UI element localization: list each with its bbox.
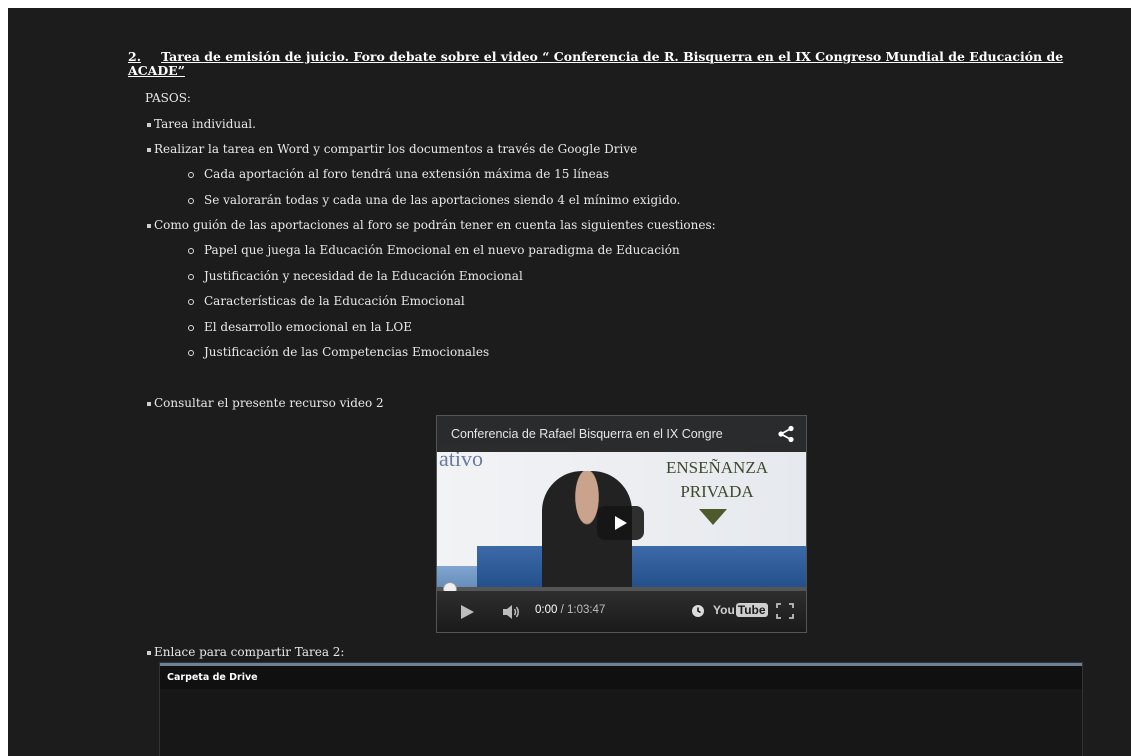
square-bullet-icon [147,147,151,152]
play-icon[interactable] [461,605,474,619]
sub-list-item: Justificación de las Competencias Emocio… [188,345,489,359]
square-bullet-icon [147,650,151,655]
drive-header: Carpeta de Drive [160,666,1082,689]
list-item: Enlace para compartir Tarea 2: [147,645,344,659]
section-number: 2. [128,49,142,64]
list-item-text: Realizar la tarea en Word y compartir lo… [154,142,638,156]
section-title-text: Tarea de emisión de juicio. Foro debate … [128,49,1064,78]
circle-bullet-icon [188,197,194,204]
sub-list-item-text: Justificación y necesidad de la Educació… [204,269,523,283]
share-icon[interactable] [777,425,795,443]
sub-list-item-text: Se valorarán todas y cada una de las apo… [204,193,681,207]
backdrop-sign: ENSEÑANZA PRIVADA [652,456,782,504]
video-player[interactable]: ativo ENSEÑANZA PRIVADA Conferencia de R… [436,415,807,633]
video-title-bar: Conferencia de Rafael Bisquerra en el IX… [437,416,806,452]
section-title: 2. Tarea de emisión de juicio. Foro debat… [128,50,1088,78]
sub-list-item-text: Justificación de las Competencias Emocio… [204,345,490,359]
circle-bullet-icon [188,298,194,305]
sub-list-item: Características de la Educación Emociona… [188,294,465,308]
list-item: Consultar el presente recurso video 2 [147,396,384,410]
sub-list-item: El desarrollo emocional en la LOE [188,320,412,334]
square-bullet-icon [147,401,151,406]
pasos-label: PASOS: [145,91,191,105]
drive-folder-embed[interactable]: Carpeta de Drive [159,662,1083,756]
video-controls: 0:00 / 1:03:47 You Tube [437,591,806,632]
circle-bullet-icon [188,247,194,254]
fullscreen-icon[interactable] [776,603,794,619]
list-item: Realizar la tarea en Word y compartir lo… [147,142,637,156]
square-bullet-icon [147,122,151,127]
square-bullet-icon [147,223,151,228]
sub-list-item-text: Características de la Educación Emociona… [204,294,465,308]
circle-bullet-icon [188,324,194,331]
list-item-text: Como guión de las aportaciones al foro s… [154,218,716,232]
circle-bullet-icon [188,171,194,178]
sub-list-item-text: Papel que juega la Educación Emocional e… [204,243,680,257]
sub-list-item-text: El desarrollo emocional en la LOE [204,320,412,334]
sign-triangle [699,509,727,525]
page-content: 2. Tarea de emisión de juicio. Foro debat… [8,8,1131,756]
sub-list-item: Se valorarán todas y cada una de las apo… [188,193,680,207]
youtube-logo[interactable]: You Tube [713,603,768,619]
sub-list-item-text: Cada aportación al foro tendrá una exten… [204,167,610,181]
duration: / 1:03:47 [560,604,606,616]
list-item: Tarea individual. [147,117,256,131]
current-time: 0:00 [535,604,558,616]
play-button[interactable] [597,506,644,540]
volume-icon[interactable] [501,603,521,621]
sub-list-item: Justificación y necesidad de la Educació… [188,269,523,283]
list-item-text: Consultar el presente recurso video 2 [154,396,384,410]
list-item-text: Tarea individual. [154,117,256,131]
youtube-logo-tube: Tube [735,603,768,617]
sub-list-item: Cada aportación al foro tendrá una exten… [188,167,609,181]
sub-list-item: Papel que juega la Educación Emocional e… [188,243,680,257]
watch-later-icon[interactable] [691,604,705,618]
time-display: 0:00 / 1:03:47 [535,604,605,616]
drive-header-title[interactable]: Carpeta de Drive [167,672,258,683]
youtube-logo-you: You [713,603,735,617]
circle-bullet-icon [188,273,194,280]
video-title[interactable]: Conferencia de Rafael Bisquerra en el IX… [451,427,761,441]
sign-line-2: PRIVADA [680,482,754,501]
sign-line-1: ENSEÑANZA [666,458,768,477]
circle-bullet-icon [188,349,194,356]
list-item: Como guión de las aportaciones al foro s… [147,218,716,232]
list-item-text: Enlace para compartir Tarea 2: [154,645,345,659]
